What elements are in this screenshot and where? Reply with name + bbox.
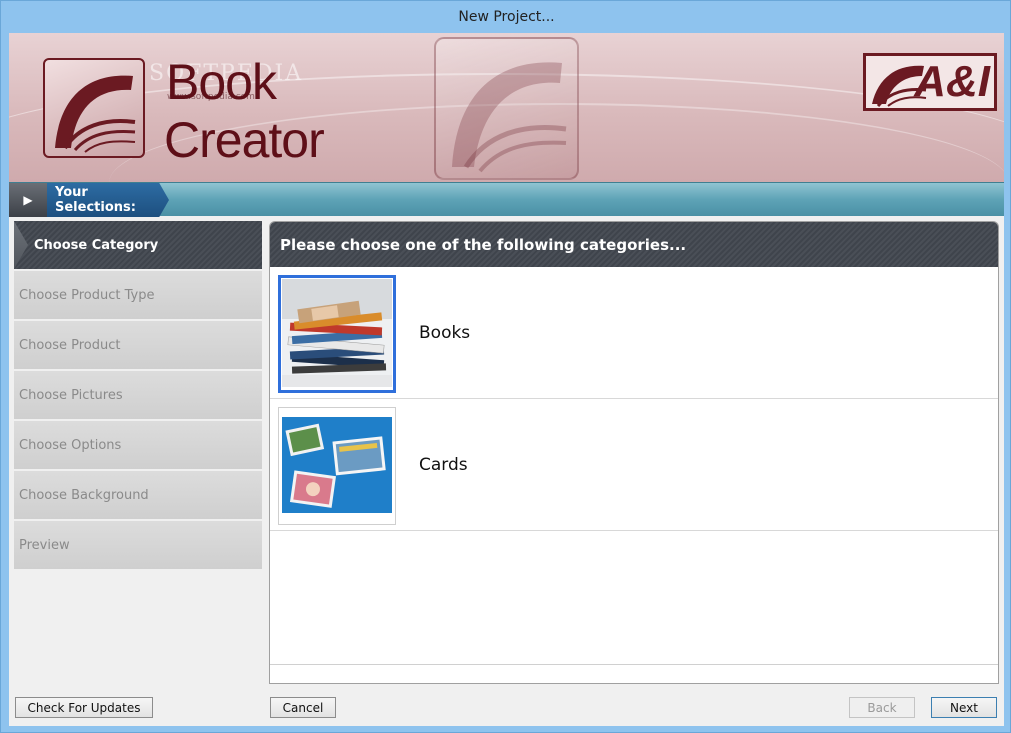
panel-divider — [270, 664, 998, 665]
step-choose-options[interactable]: Choose Options — [14, 421, 262, 471]
wizard-steps: Choose Category Choose Product Type Choo… — [14, 221, 262, 571]
panel-title: Please choose one of the following categ… — [270, 222, 998, 267]
selections-bar: ▶ Your Selections: — [9, 182, 1004, 217]
play-arrow-icon: ▶ — [23, 193, 33, 207]
next-button[interactable]: Next — [931, 697, 997, 718]
selections-label: Your Selections: — [47, 183, 169, 217]
step-choose-product-type[interactable]: Choose Product Type — [14, 271, 262, 321]
step-choose-pictures[interactable]: Choose Pictures — [14, 371, 262, 421]
category-label: Books — [419, 323, 471, 343]
category-panel: Please choose one of the following categ… — [269, 221, 999, 684]
check-for-updates-button[interactable]: Check For Updates — [15, 697, 153, 718]
center-logo-watermark-icon — [434, 37, 579, 180]
step-choose-background[interactable]: Choose Background — [14, 471, 262, 521]
step-choose-product[interactable]: Choose Product — [14, 321, 262, 371]
category-books[interactable]: Books — [270, 267, 998, 399]
book-stack-thumbnail-icon[interactable] — [278, 275, 396, 393]
app-window: New Project... SOFTPEDIA www.softpedia.c… — [0, 0, 1011, 733]
back-button[interactable]: Back — [849, 697, 915, 718]
brand-title-line2: Creator — [164, 112, 325, 168]
company-logo-icon: A&I — [863, 53, 997, 111]
banner: SOFTPEDIA www.softpedia.com Book Creator… — [9, 33, 1004, 182]
category-cards[interactable]: Cards — [270, 399, 998, 531]
brand-title-line1: Book — [166, 54, 277, 110]
category-label: Cards — [419, 455, 468, 475]
expand-selections-button[interactable]: ▶ — [9, 183, 47, 217]
client-area: SOFTPEDIA www.softpedia.com Book Creator… — [9, 33, 1004, 726]
company-logo-text: A&I — [914, 57, 990, 106]
window-title: New Project... — [458, 9, 555, 25]
step-choose-category[interactable]: Choose Category — [14, 221, 262, 271]
book-creator-logo-icon — [43, 58, 145, 158]
step-preview[interactable]: Preview — [14, 521, 262, 571]
greeting-cards-thumbnail-icon[interactable] — [278, 407, 396, 525]
cancel-button[interactable]: Cancel — [270, 697, 336, 718]
